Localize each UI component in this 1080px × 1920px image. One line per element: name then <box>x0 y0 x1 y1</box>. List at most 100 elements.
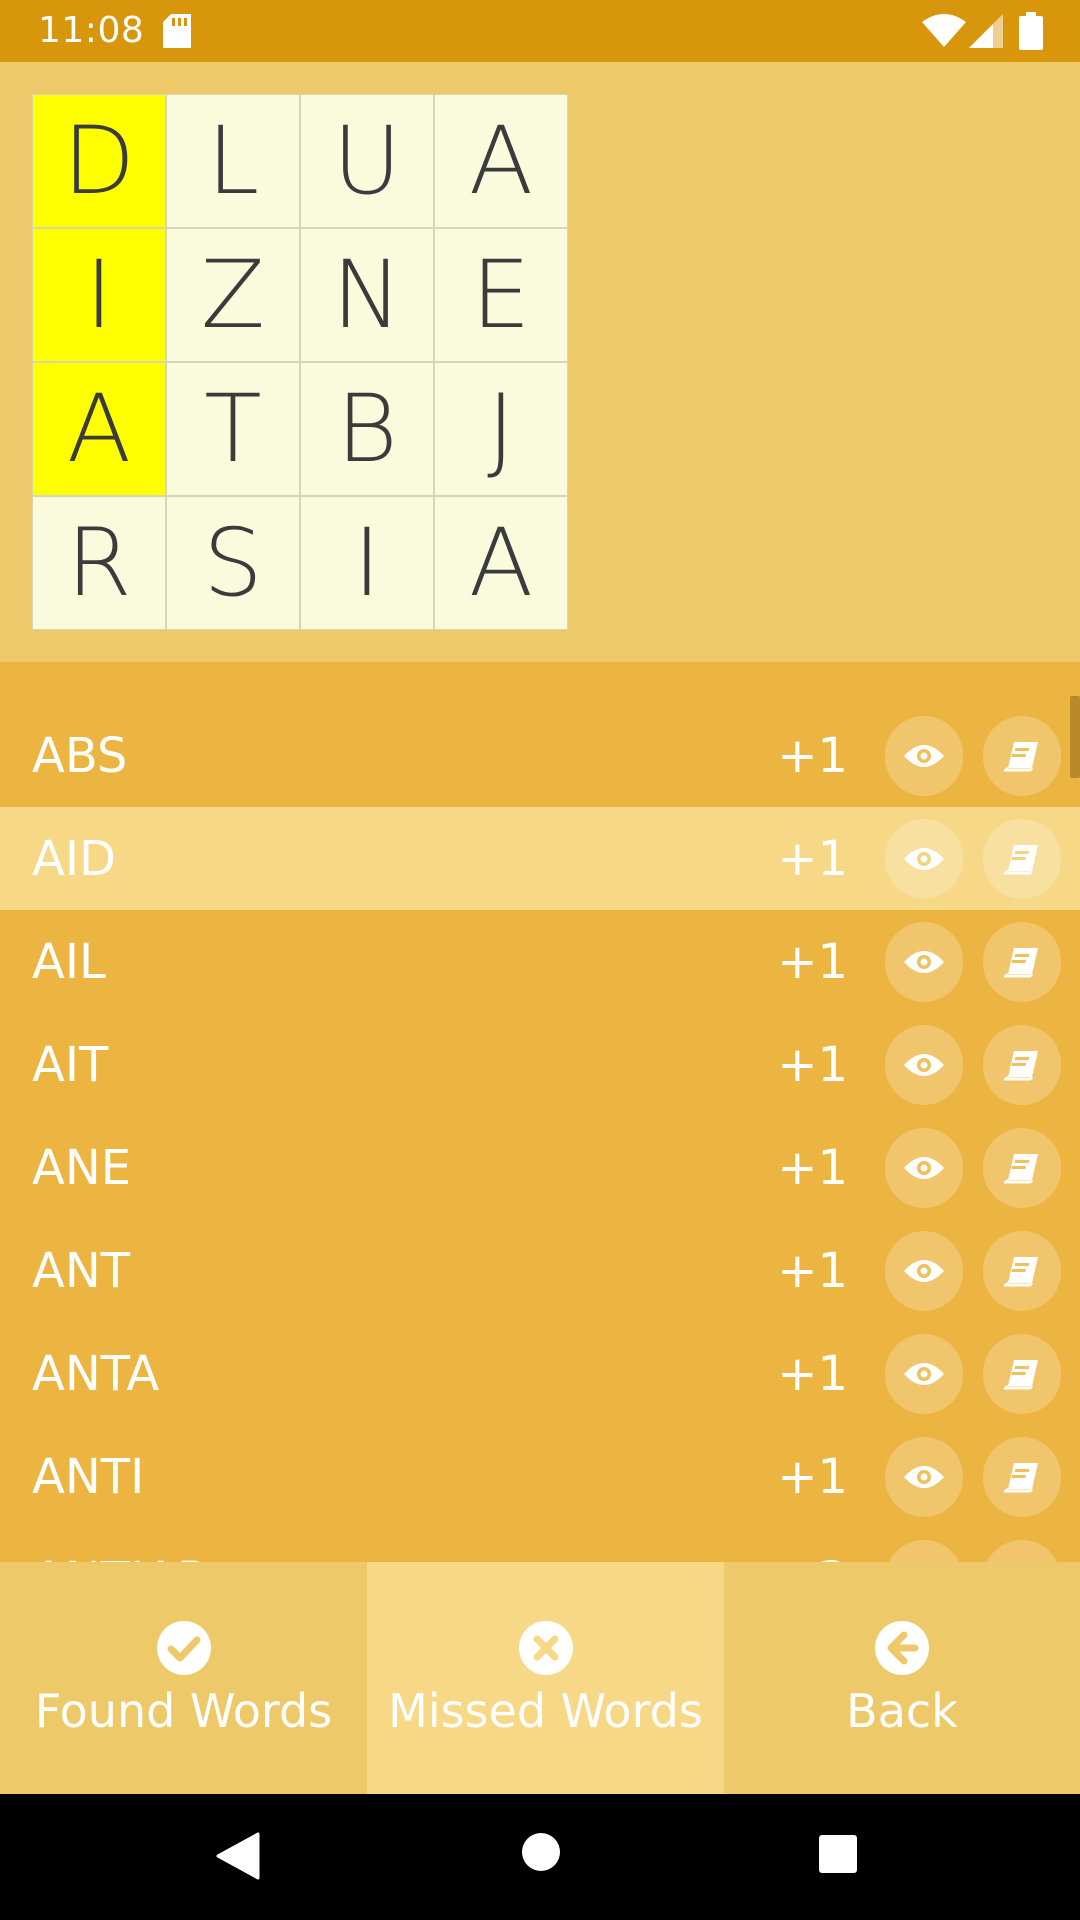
tab-missed-words[interactable]: Missed Words <box>367 1562 724 1794</box>
book-icon <box>1004 1257 1038 1287</box>
status-time: 11:08 <box>38 10 145 51</box>
dictionary-button[interactable] <box>983 1540 1061 1562</box>
dictionary-button[interactable] <box>983 1231 1061 1311</box>
nav-back-icon[interactable] <box>216 1832 260 1880</box>
check-circle-icon <box>156 1621 211 1675</box>
eye-icon <box>904 745 944 767</box>
list-item[interactable]: AIL +1 <box>0 910 1080 1013</box>
eye-icon <box>904 1157 944 1179</box>
list-item[interactable]: ANTI +1 <box>0 1425 1080 1528</box>
word-text: ANTI <box>32 1449 145 1505</box>
board-cell[interactable]: N <box>300 228 434 362</box>
letter-board: D L U A I Z N E A T B J R S I A <box>32 94 568 630</box>
show-word-button[interactable] <box>885 1540 963 1562</box>
word-points: +1 <box>777 1243 848 1299</box>
sd-card-icon <box>163 14 191 48</box>
book-icon <box>1004 845 1038 875</box>
board-cell[interactable]: I <box>32 228 166 362</box>
dictionary-button[interactable] <box>983 922 1061 1002</box>
board-cell[interactable]: T <box>166 362 300 496</box>
signal-icon <box>969 14 1003 48</box>
show-word-button[interactable] <box>885 716 963 796</box>
back-button[interactable]: Back <box>724 1562 1080 1794</box>
book-icon <box>1004 742 1038 772</box>
bottom-tabs: Found Words Missed Words Back <box>0 1562 1080 1794</box>
board-cell[interactable]: U <box>300 94 434 228</box>
word-points: +1 <box>777 934 848 990</box>
eye-icon <box>904 1363 944 1385</box>
board-cell[interactable]: B <box>300 362 434 496</box>
show-word-button[interactable] <box>885 1437 963 1517</box>
show-word-button[interactable] <box>885 1334 963 1414</box>
eye-icon <box>904 1054 944 1076</box>
word-points: +1 <box>777 728 848 784</box>
board-cell[interactable]: Z <box>166 228 300 362</box>
show-word-button[interactable] <box>885 1025 963 1105</box>
list-item[interactable]: ANT +1 <box>0 1219 1080 1322</box>
status-bar: 11:08 <box>0 0 1080 62</box>
word-text: AIT <box>32 1037 109 1093</box>
book-icon <box>1004 948 1038 978</box>
board-cell[interactable]: A <box>32 362 166 496</box>
navigation-bar <box>0 1794 1080 1920</box>
word-text: ANT <box>32 1243 131 1299</box>
eye-icon <box>904 1466 944 1488</box>
word-text: ANTA <box>32 1346 160 1402</box>
list-item[interactable]: ANTIAR +3 <box>0 1528 1080 1562</box>
list-item[interactable]: AID +1 <box>0 807 1080 910</box>
word-points: +1 <box>777 1346 848 1402</box>
board-cell[interactable]: R <box>32 496 166 630</box>
board-cell[interactable]: J <box>434 362 568 496</box>
board-cell[interactable]: S <box>166 496 300 630</box>
dictionary-button[interactable] <box>983 1128 1061 1208</box>
book-icon <box>1004 1360 1038 1390</box>
x-circle-icon <box>518 1621 573 1675</box>
word-points: +3 <box>777 1552 848 1562</box>
word-text: ABS <box>32 728 128 784</box>
tab-found-words[interactable]: Found Words <box>0 1562 367 1794</box>
word-points: +1 <box>777 831 848 887</box>
tab-label: Back <box>846 1684 958 1738</box>
book-icon <box>1004 1154 1038 1184</box>
board-cell[interactable]: I <box>300 496 434 630</box>
board-cell[interactable]: D <box>32 94 166 228</box>
tab-label: Found Words <box>34 1684 333 1738</box>
missed-words-list[interactable]: ABS +1 AID +1 AIL +1 AIT +1 ANE +1 ANT +… <box>0 662 1080 1562</box>
nav-recents-icon[interactable] <box>818 1834 858 1874</box>
book-icon <box>1004 1051 1038 1081</box>
board-cell[interactable]: E <box>434 228 568 362</box>
show-word-button[interactable] <box>885 922 963 1002</box>
word-text: AIL <box>32 934 106 990</box>
board-area: D L U A I Z N E A T B J R S I A <box>0 62 1080 662</box>
show-word-button[interactable] <box>885 1231 963 1311</box>
eye-icon <box>904 951 944 973</box>
board-cell[interactable]: L <box>166 94 300 228</box>
dictionary-button[interactable] <box>983 716 1061 796</box>
battery-icon <box>1019 12 1043 50</box>
dictionary-button[interactable] <box>983 819 1061 899</box>
show-word-button[interactable] <box>885 1128 963 1208</box>
board-cell[interactable]: A <box>434 496 568 630</box>
word-points: +1 <box>777 1449 848 1505</box>
word-points: +1 <box>777 1037 848 1093</box>
list-item[interactable]: ABS +1 <box>0 704 1080 807</box>
eye-icon <box>904 848 944 870</box>
dictionary-button[interactable] <box>983 1025 1061 1105</box>
dictionary-button[interactable] <box>983 1334 1061 1414</box>
arrow-left-circle-icon <box>875 1621 929 1675</box>
word-text: AID <box>32 831 116 887</box>
dictionary-button[interactable] <box>983 1437 1061 1517</box>
board-cell[interactable]: A <box>434 94 568 228</box>
word-text: ANTIAR <box>32 1552 210 1562</box>
list-item[interactable]: AIT +1 <box>0 1013 1080 1116</box>
show-word-button[interactable] <box>885 819 963 899</box>
eye-icon <box>904 1260 944 1282</box>
word-points: +1 <box>777 1140 848 1196</box>
nav-home-icon[interactable] <box>521 1832 561 1872</box>
list-item[interactable]: ANTA +1 <box>0 1322 1080 1425</box>
book-icon <box>1004 1463 1038 1493</box>
tab-label: Missed Words <box>388 1684 703 1738</box>
word-text: ANE <box>32 1140 132 1196</box>
wifi-icon <box>922 14 966 47</box>
list-item[interactable]: ANE +1 <box>0 1116 1080 1219</box>
